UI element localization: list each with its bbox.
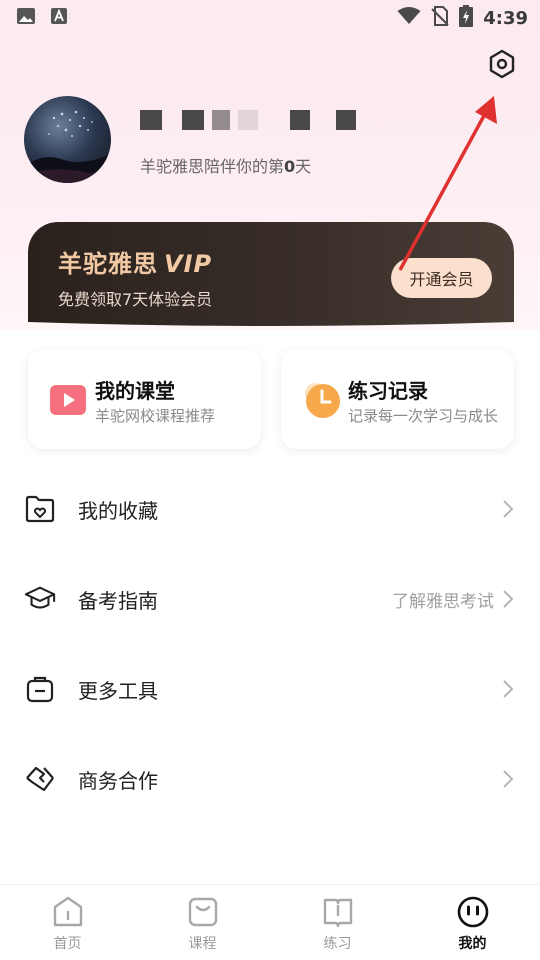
battery-charging-icon — [459, 5, 474, 31]
menu-label: 备考指南 — [78, 588, 158, 613]
card-subtitle: 羊驼网校课程推荐 — [95, 407, 216, 425]
tab-home[interactable]: 首页 — [0, 885, 135, 960]
me-icon — [457, 896, 488, 928]
days-count: 0 — [284, 157, 296, 176]
tab-courses[interactable]: 课程 — [135, 885, 270, 960]
chevron-right-icon — [503, 590, 514, 608]
menu-item-business[interactable]: 商务合作 — [0, 734, 540, 824]
course-icon — [188, 897, 217, 927]
tab-label: 首页 — [53, 936, 82, 952]
menu-item-exam-guide[interactable]: 备考指南 了解雅思考试 — [0, 554, 540, 644]
tab-label: 课程 — [188, 936, 217, 952]
menu-hint: 了解雅思考试 — [392, 591, 494, 612]
graduation-cap-icon — [24, 583, 56, 615]
settings-button[interactable] — [484, 46, 520, 82]
wifi-icon — [397, 7, 421, 29]
vip-subtitle: 免费领取7天体验会员 — [58, 290, 213, 309]
handshake-icon — [24, 763, 56, 795]
username-redacted — [140, 108, 356, 132]
text-a-icon — [50, 7, 68, 29]
avatar-image — [24, 110, 111, 183]
toolbox-icon — [24, 673, 56, 705]
home-icon — [53, 896, 82, 927]
image-icon — [16, 7, 36, 29]
open-membership-button[interactable]: 开通会员 — [391, 258, 492, 298]
tab-practice[interactable]: 练习 — [270, 885, 405, 960]
settings-menu: 我的收藏 备考指南 了解雅思考试 更多工具 商务合作 — [0, 464, 540, 824]
card-subtitle: 记录每一次学习与成长 — [348, 407, 499, 425]
card-title: 我的课堂 — [95, 379, 175, 403]
status-time: 4:39 — [483, 7, 528, 29]
menu-label: 更多工具 — [78, 678, 158, 703]
no-sim-icon — [431, 6, 449, 30]
play-icon — [50, 385, 86, 415]
avatar[interactable] — [24, 96, 111, 183]
folder-heart-icon — [24, 493, 56, 525]
vip-badge: VIP — [164, 250, 213, 278]
chevron-right-icon — [503, 680, 514, 698]
practice-record-card[interactable]: 练习记录 记录每一次学习与成长 — [281, 349, 514, 449]
menu-label: 我的收藏 — [78, 498, 158, 523]
tab-me[interactable]: 我的 — [405, 885, 540, 960]
tab-label: 练习 — [323, 936, 352, 952]
clock-icon — [305, 383, 340, 418]
practice-icon — [323, 898, 352, 928]
menu-item-favorites[interactable]: 我的收藏 — [0, 464, 540, 554]
vip-title: 羊驼雅思 VIP — [58, 250, 213, 278]
chevron-right-icon — [503, 770, 514, 788]
card-title: 练习记录 — [348, 379, 428, 403]
status-bar: 4:39 — [0, 0, 540, 36]
menu-label: 商务合作 — [78, 768, 158, 793]
tab-label: 我的 — [458, 936, 487, 952]
gear-icon — [489, 49, 515, 79]
feature-cards: 我的课堂 羊驼网校课程推荐 练习记录 记录每一次学习与成长 — [28, 349, 514, 449]
chevron-right-icon — [503, 500, 514, 518]
my-classroom-card[interactable]: 我的课堂 羊驼网校课程推荐 — [28, 349, 261, 449]
vip-banner[interactable]: 羊驼雅思 VIP 免费领取7天体验会员 开通会员 — [28, 222, 514, 326]
bottom-tab-bar: 首页 课程 练习 我的 — [0, 884, 540, 960]
profile-tagline: 羊驼雅思陪伴你的第0天 — [140, 157, 312, 176]
menu-item-more-tools[interactable]: 更多工具 — [0, 644, 540, 734]
